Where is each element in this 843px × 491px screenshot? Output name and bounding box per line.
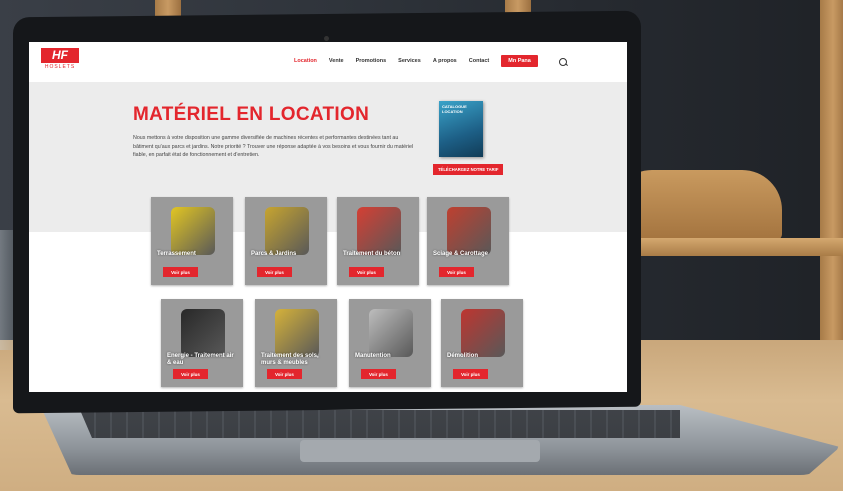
category-label: Traitement du béton bbox=[343, 251, 401, 257]
see-more-button[interactable]: Voir plus bbox=[163, 267, 198, 277]
category-card[interactable]: Démolition Voir plus bbox=[441, 299, 523, 387]
category-card[interactable]: Manutention Voir plus bbox=[349, 299, 431, 387]
search-icon[interactable] bbox=[559, 58, 567, 66]
nav-a-propos[interactable]: A propos bbox=[433, 58, 457, 64]
category-label: Manutention bbox=[355, 353, 391, 359]
site-logo[interactable]: HF HOSLETS bbox=[41, 48, 79, 70]
machine-image bbox=[265, 207, 309, 255]
see-more-button[interactable]: Voir plus bbox=[439, 267, 474, 277]
category-card[interactable]: Sciage & Carottage Voir plus bbox=[427, 197, 509, 285]
category-label: Terrassement bbox=[157, 251, 196, 257]
category-card[interactable]: Parcs & Jardins Voir plus bbox=[245, 197, 327, 285]
category-label: Traitement des sols, murs & meubles bbox=[261, 353, 319, 366]
catalog-cover[interactable]: CATALOGUE LOCATION bbox=[439, 101, 483, 157]
catalog-title: CATALOGUE LOCATION bbox=[442, 104, 467, 114]
machine-image bbox=[275, 309, 319, 357]
nav-contact[interactable]: Contact bbox=[469, 58, 489, 64]
laptop-screen: HF HOSLETS Location Vente Promotions Ser… bbox=[29, 42, 627, 392]
nav-vente[interactable]: Vente bbox=[329, 58, 344, 64]
photo-scene: HF HOSLETS Location Vente Promotions Ser… bbox=[0, 0, 843, 491]
category-label: Sciage & Carottage bbox=[433, 251, 489, 257]
category-card[interactable]: Traitement du béton Voir plus bbox=[337, 197, 419, 285]
see-more-button[interactable]: Voir plus bbox=[173, 369, 208, 379]
webcam bbox=[324, 36, 329, 41]
nav-services[interactable]: Services bbox=[398, 58, 421, 64]
shelf-board bbox=[610, 238, 843, 256]
see-more-button[interactable]: Voir plus bbox=[453, 369, 488, 379]
see-more-button[interactable]: Voir plus bbox=[267, 369, 302, 379]
category-label: Parcs & Jardins bbox=[251, 251, 297, 257]
category-label: Démolition bbox=[447, 353, 478, 359]
category-card[interactable]: Traitement des sols, murs & meubles Voir … bbox=[255, 299, 337, 387]
machine-image bbox=[181, 309, 225, 357]
machine-image bbox=[447, 207, 491, 255]
download-catalog-button[interactable]: TÉLÉCHARGEZ NOTRE TARIF bbox=[433, 164, 504, 175]
main-nav: Location Vente Promotions Services A pro… bbox=[294, 55, 538, 67]
category-card[interactable]: Energie - Traitement air & eau Voir plus bbox=[161, 299, 243, 387]
laptop-keyboard bbox=[80, 410, 680, 438]
logo-subtitle: HOSLETS bbox=[44, 64, 76, 70]
see-more-button[interactable]: Voir plus bbox=[361, 369, 396, 379]
page-title: MATÉRIEL EN LOCATION bbox=[133, 104, 370, 125]
machine-image bbox=[369, 309, 413, 357]
site-header: HF HOSLETS Location Vente Promotions Ser… bbox=[29, 42, 627, 83]
nav-promotions[interactable]: Promotions bbox=[356, 58, 387, 64]
machine-image bbox=[357, 207, 401, 255]
see-more-button[interactable]: Voir plus bbox=[257, 267, 292, 277]
machine-image bbox=[461, 309, 505, 357]
category-label: Energie - Traitement air & eau bbox=[167, 353, 234, 366]
see-more-button[interactable]: Voir plus bbox=[349, 267, 384, 277]
nav-button[interactable]: Mn Pana bbox=[501, 55, 538, 67]
category-card[interactable]: Terrassement Voir plus bbox=[151, 197, 233, 285]
logo-mark: HF bbox=[41, 48, 79, 63]
machine-image bbox=[171, 207, 215, 255]
nav-location[interactable]: Location bbox=[294, 58, 317, 64]
hero-description: Nous mettons à votre disposition une gam… bbox=[133, 135, 414, 158]
laptop-trackpad bbox=[300, 440, 540, 462]
shelf-post bbox=[820, 0, 843, 360]
